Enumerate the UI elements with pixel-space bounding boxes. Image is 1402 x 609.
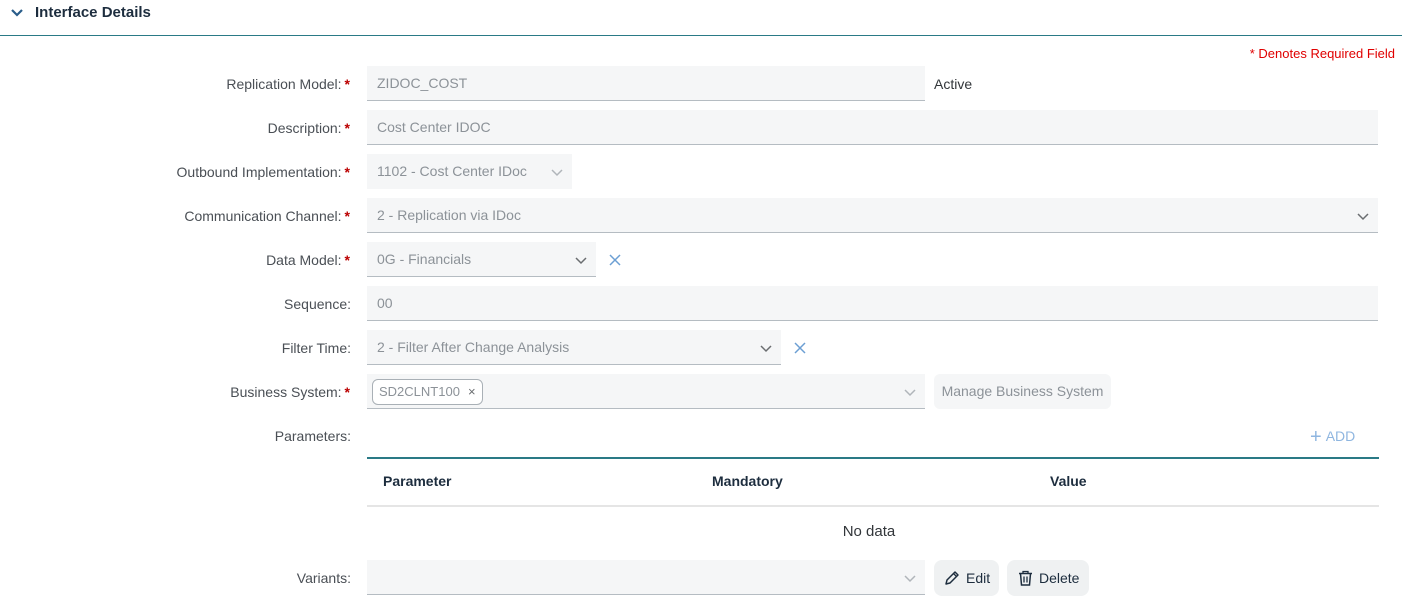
chevron-down-icon[interactable] bbox=[10, 6, 24, 20]
data-model-select[interactable]: 0G - Financials bbox=[367, 242, 596, 277]
plus-icon: + bbox=[1310, 426, 1322, 448]
replication-model-field[interactable]: ZIDOC_COST bbox=[367, 66, 925, 101]
section-title: Interface Details bbox=[35, 4, 151, 21]
add-parameter-button[interactable]: + ADD bbox=[1310, 426, 1356, 448]
pencil-icon bbox=[945, 571, 959, 585]
filter-time-label: Filter Time: bbox=[281, 340, 351, 356]
chevron-down-icon[interactable] bbox=[903, 571, 917, 585]
data-model-value: 0G - Financials bbox=[377, 251, 472, 267]
parameters-table: Parameter Mandatory Value No data bbox=[367, 457, 1379, 550]
description-value: Cost Center IDOC bbox=[377, 119, 491, 135]
outbound-implementation-label: Outbound Implementation: * bbox=[176, 164, 350, 180]
delete-button[interactable]: Delete bbox=[1007, 560, 1089, 596]
outbound-implementation-select[interactable]: 1102 - Cost Center IDoc bbox=[367, 154, 572, 189]
communication-channel-value: 2 - Replication via IDoc bbox=[377, 207, 521, 223]
chevron-down-icon[interactable] bbox=[574, 253, 588, 267]
edit-label: Edit bbox=[966, 570, 991, 586]
communication-channel-select[interactable]: 2 - Replication via IDoc bbox=[367, 198, 1378, 233]
required-note: * Denotes Required Field bbox=[1249, 46, 1395, 61]
required-star: * bbox=[344, 208, 350, 224]
table-header: Parameter Mandatory Value bbox=[367, 459, 1379, 507]
business-system-label: Business System: * bbox=[230, 384, 350, 400]
parameters-label: Parameters: bbox=[274, 428, 351, 444]
replication-model-label: Replication Model: * bbox=[226, 76, 350, 92]
manage-business-system-button[interactable]: Manage Business System bbox=[934, 374, 1111, 409]
column-header-value[interactable]: Value bbox=[1050, 473, 1087, 489]
no-data-text: No data bbox=[842, 523, 896, 540]
business-system-token[interactable]: SD2CLNT100 × bbox=[372, 379, 483, 405]
replication-model-value: ZIDOC_COST bbox=[377, 75, 468, 91]
variants-label: Variants: bbox=[296, 570, 351, 586]
column-header-parameter[interactable]: Parameter bbox=[383, 473, 452, 489]
variants-select[interactable] bbox=[367, 560, 925, 595]
filter-time-value: 2 - Filter After Change Analysis bbox=[377, 339, 570, 355]
sequence-label: Sequence: bbox=[284, 296, 351, 312]
clear-icon[interactable] bbox=[793, 341, 807, 355]
description-field[interactable]: Cost Center IDOC bbox=[367, 110, 1378, 145]
delete-label: Delete bbox=[1039, 570, 1080, 586]
sequence-value: 00 bbox=[377, 295, 393, 311]
required-star: * bbox=[344, 252, 350, 268]
required-star: * bbox=[344, 120, 350, 136]
communication-channel-label: Communication Channel: * bbox=[184, 208, 350, 224]
chevron-down-icon[interactable] bbox=[903, 385, 917, 399]
token-label: SD2CLNT100 bbox=[379, 384, 460, 399]
data-model-label: Data Model: * bbox=[266, 252, 350, 268]
required-star: * bbox=[344, 164, 350, 180]
description-label: Description: * bbox=[267, 120, 350, 136]
chevron-down-icon[interactable] bbox=[550, 165, 564, 179]
required-star: * bbox=[344, 76, 350, 92]
column-header-mandatory[interactable]: Mandatory bbox=[712, 473, 783, 489]
chevron-down-icon[interactable] bbox=[1356, 209, 1370, 223]
outbound-implementation-value: 1102 - Cost Center IDoc bbox=[377, 163, 527, 179]
section-header[interactable]: Interface Details bbox=[0, 0, 1402, 36]
clear-icon[interactable] bbox=[608, 253, 622, 267]
trash-icon bbox=[1019, 570, 1032, 586]
chevron-down-icon[interactable] bbox=[759, 341, 773, 355]
status-text: Active bbox=[934, 76, 973, 92]
filter-time-select[interactable]: 2 - Filter After Change Analysis bbox=[367, 330, 781, 365]
add-label: ADD bbox=[1325, 428, 1356, 444]
edit-button[interactable]: Edit bbox=[934, 560, 999, 596]
required-star: * bbox=[344, 384, 350, 400]
remove-token-icon[interactable]: × bbox=[468, 384, 476, 399]
sequence-field[interactable]: 00 bbox=[367, 286, 1378, 321]
